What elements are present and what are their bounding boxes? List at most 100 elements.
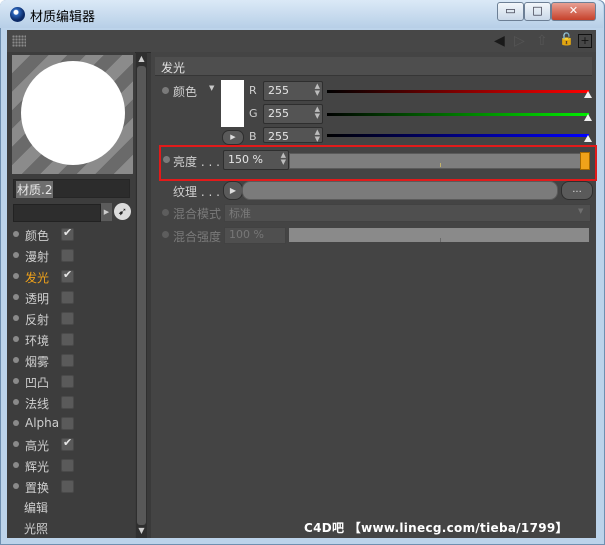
r-gradient-slider[interactable] [327, 90, 589, 93]
r-label: R [249, 84, 257, 97]
g-label: G [249, 107, 258, 120]
up-arrow-icon[interactable]: ⇧ [536, 33, 548, 49]
mix-strength-slider-tick [440, 238, 441, 242]
texture-menu-button[interactable]: ▶ [223, 181, 243, 200]
color-anim-dot[interactable] [162, 87, 169, 94]
scroll-up-icon[interactable]: ▲ [136, 53, 147, 65]
mix-strength-anim-dot [162, 231, 169, 238]
highlight-box [159, 145, 597, 181]
channel-item[interactable]: 置换 [12, 478, 132, 496]
dropdown-arrow-icon[interactable]: ▶ [101, 203, 112, 221]
channel-checkbox[interactable] [61, 396, 74, 409]
channel-dot-icon [13, 378, 19, 384]
new-window-icon[interactable]: + [578, 34, 592, 48]
spin-arrows-icon[interactable]: ▲ ▼ [315, 129, 320, 143]
forward-arrow-icon[interactable]: ▷ [514, 33, 525, 49]
channel-checkbox[interactable] [61, 249, 74, 262]
channel-illumination[interactable]: 光照 [24, 520, 48, 537]
channel-label: 高光 [25, 439, 50, 453]
texture-browse-button[interactable]: ... [561, 181, 593, 200]
channel-item[interactable]: 漫射 [12, 247, 132, 265]
channel-checkbox[interactable] [61, 268, 74, 283]
channel-item[interactable]: 颜色 [12, 226, 132, 244]
section-header [155, 57, 592, 76]
channel-checkbox[interactable] [61, 375, 74, 388]
spin-arrows-icon[interactable]: ▲ ▼ [315, 83, 320, 97]
b-value: 255 [268, 130, 289, 143]
channel-dot-icon [13, 441, 19, 447]
texture-field[interactable] [242, 181, 558, 200]
mix-strength-label: 混合强度 [173, 230, 222, 244]
swatch-arrow-icon[interactable]: ▼ [209, 84, 214, 92]
g-slider-marker-icon[interactable] [584, 114, 592, 121]
channel-checkbox[interactable] [61, 312, 74, 325]
channel-label: Alpha [25, 416, 60, 430]
color-label: 颜色 [173, 85, 198, 99]
channel-label: 烟雾 [25, 355, 50, 369]
channel-dot-icon [13, 357, 19, 363]
color-expand-button[interactable]: ▶ [222, 130, 244, 145]
channel-item[interactable]: Alpha [12, 415, 132, 433]
r-value: 255 [268, 84, 289, 97]
picker-cursor-icon[interactable]: ➹ [114, 203, 131, 220]
channel-dot-icon [13, 294, 19, 300]
channel-checkbox[interactable] [61, 436, 74, 451]
close-button[interactable]: ✕ [551, 2, 596, 21]
channel-item[interactable]: 反射 [12, 310, 132, 328]
channel-edit[interactable]: 编辑 [24, 499, 48, 516]
mix-strength-value: 100 % [229, 228, 264, 241]
channel-item[interactable]: 烟雾 [12, 352, 132, 370]
preview-mode-dropdown[interactable] [13, 204, 101, 222]
cinema4d-app-icon [10, 7, 25, 22]
channel-label: 发光 [25, 271, 50, 285]
g-input[interactable]: 255 ▲ ▼ [263, 104, 323, 124]
mix-strength-slider [289, 228, 589, 242]
r-input[interactable]: 255 ▲ ▼ [263, 81, 323, 101]
channel-item[interactable]: 高光 [12, 436, 132, 454]
b-label: B [249, 130, 257, 143]
channel-checkbox[interactable] [61, 459, 74, 472]
channel-label: 透明 [25, 292, 50, 306]
b-input[interactable]: 255 ▲ ▼ [263, 127, 323, 143]
grip-icon[interactable] [12, 35, 26, 47]
channel-item[interactable]: 凹凸 [12, 373, 132, 391]
g-gradient-slider[interactable] [327, 113, 589, 116]
channel-dot-icon [13, 336, 19, 342]
channel-item[interactable]: 透明 [12, 289, 132, 307]
channel-label: 法线 [25, 397, 50, 411]
r-slider-marker-icon[interactable] [584, 91, 592, 98]
mix-mode-dropdown [224, 204, 591, 222]
channel-label: 置换 [25, 481, 50, 495]
watermark-text: C4D吧 【www.linecg.com/tieba/1799】 [304, 521, 568, 535]
scrollbar-thumb[interactable] [137, 66, 146, 525]
channel-dot-icon [13, 252, 19, 258]
channel-checkbox[interactable] [61, 480, 74, 493]
color-swatch[interactable] [221, 80, 244, 127]
mix-mode-anim-dot [162, 209, 169, 216]
minimize-button[interactable]: ▭ [497, 2, 524, 21]
channel-item[interactable]: 环境 [12, 331, 132, 349]
channel-label: 反射 [25, 313, 50, 327]
channel-item[interactable]: 发光 [12, 268, 132, 286]
b-slider-marker-icon[interactable] [584, 135, 592, 142]
channel-dot-icon [13, 273, 19, 279]
channel-checkbox[interactable] [61, 291, 74, 304]
channel-item[interactable]: 辉光 [12, 457, 132, 475]
scroll-down-icon[interactable]: ▼ [136, 525, 147, 537]
lock-icon[interactable]: 🔓 [559, 32, 574, 46]
section-title: 发光 [161, 61, 186, 75]
channel-dot-icon [13, 483, 19, 489]
back-arrow-icon[interactable]: ◀ [494, 33, 505, 49]
channel-dot-icon [13, 315, 19, 321]
b-gradient-slider[interactable] [327, 134, 589, 137]
channel-checkbox[interactable] [61, 333, 74, 346]
texture-label: 纹理 . . . [173, 185, 220, 199]
channel-item[interactable]: 法线 [12, 394, 132, 412]
channel-checkbox[interactable] [61, 417, 74, 430]
channel-checkbox[interactable] [61, 354, 74, 367]
spin-arrows-icon[interactable]: ▲ ▼ [315, 106, 320, 120]
channel-checkbox[interactable] [61, 226, 74, 241]
maximize-button[interactable]: □ [524, 2, 551, 21]
channel-dot-icon [13, 420, 19, 426]
channel-label: 凹凸 [25, 376, 50, 390]
